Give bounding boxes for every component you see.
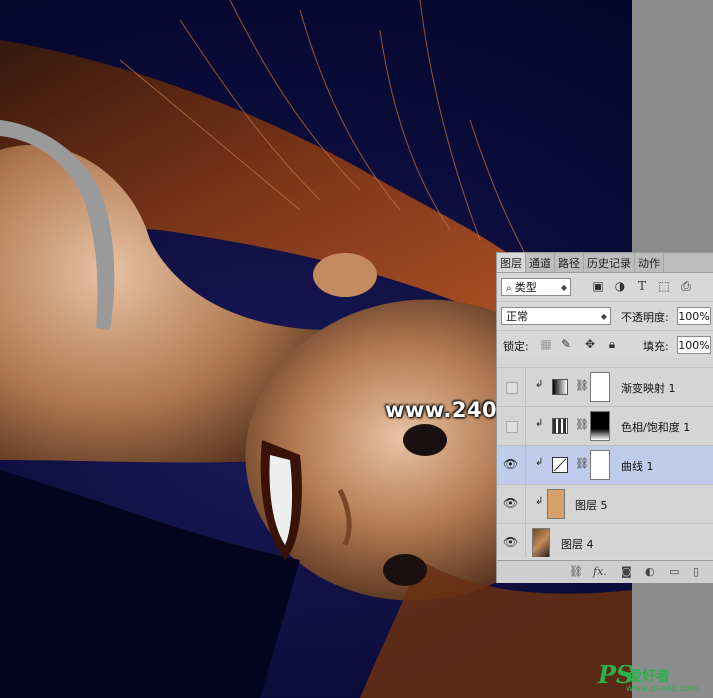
eye-icon: 👁︎: [503, 457, 519, 471]
curve-line-icon: [553, 458, 567, 472]
logo-cn: 爱好者: [628, 669, 670, 685]
layer-mask-thumb[interactable]: [590, 372, 610, 402]
layer-row-curves[interactable]: 👁︎ ↲ ⛓ 曲线 1: [497, 446, 713, 485]
layer-row-gradient-map[interactable]: ↲ ⛓ 渐变映射 1: [497, 368, 713, 407]
opacity-input[interactable]: 100%: [677, 307, 711, 325]
layer-filter-row: ⌕ 类型 ◆ ▣ ◑ T ⬚ ⎙: [497, 273, 713, 302]
layers-panel: 图层 通道 路径 历史记录 动作 ⌕ 类型 ◆ ▣ ◑ T ⬚ ⎙ 正常 ◆ 不…: [496, 252, 713, 583]
visibility-toggle[interactable]: 👁︎: [497, 446, 526, 484]
site-logo: PS 爱好者 www.psahz.com: [598, 660, 708, 696]
layer-name[interactable]: 图层 5: [575, 497, 608, 513]
blend-mode-select[interactable]: 正常 ◆: [501, 307, 611, 325]
visibility-toggle[interactable]: [497, 368, 526, 406]
layer-row-partial: [497, 357, 713, 368]
fill-input[interactable]: 100%: [677, 336, 711, 354]
link-icon: ⛓: [575, 418, 589, 431]
lock-paint-icon[interactable]: ✎: [559, 337, 573, 351]
layer-color-thumb[interactable]: [547, 489, 565, 519]
eye-icon: 👁︎: [503, 535, 519, 549]
opacity-label: 不透明度:: [621, 311, 669, 324]
lock-move-icon[interactable]: ✥: [583, 337, 597, 351]
blend-opacity-row: 正常 ◆ 不透明度: 100%: [497, 302, 713, 331]
clip-arrow-icon: ↲: [535, 457, 544, 468]
search-icon: ⌕: [506, 283, 515, 294]
chevron-updown-icon: ◆: [560, 283, 567, 292]
layer-name[interactable]: 图层 4: [561, 536, 594, 552]
tab-paths[interactable]: 路径: [555, 253, 584, 272]
layer-filter-select[interactable]: ⌕ 类型 ◆: [501, 278, 571, 296]
layer-row-image[interactable]: 👁︎ 图层 4: [497, 524, 713, 557]
new-adjustment-icon[interactable]: ◐: [645, 565, 655, 578]
smart-object-filter-icon[interactable]: ⎙: [679, 279, 693, 293]
lock-label: 锁定:: [503, 340, 529, 353]
clip-arrow-icon: ↲: [535, 418, 544, 429]
eye-icon: 👁︎: [503, 496, 519, 510]
link-icon: ⛓: [575, 379, 589, 392]
tab-actions[interactable]: 动作: [635, 253, 664, 272]
panel-tabs: 图层 通道 路径 历史记录 动作: [497, 253, 713, 273]
lock-all-icon[interactable]: 🔒︎: [605, 337, 619, 351]
visibility-toggle[interactable]: 👁︎: [497, 485, 526, 523]
layer-row-fill[interactable]: 👁︎ ↲ 图层 5: [497, 485, 713, 524]
new-layer-icon[interactable]: ▯: [693, 565, 699, 578]
layer-filter-label: 类型: [514, 281, 537, 294]
layer-name[interactable]: 曲线 1: [621, 458, 654, 474]
layer-image-thumb[interactable]: [532, 528, 550, 557]
blend-mode-value: 正常: [506, 310, 528, 323]
link-layers-icon[interactable]: ⛓: [569, 565, 583, 578]
tab-history[interactable]: 历史记录: [584, 253, 635, 272]
layers-list: ↲ ⛓ 渐变映射 1 ↲ ⛓ 色相/饱和度 1 👁︎ ↲ ⛓ 曲线 1 👁︎ ↲…: [497, 357, 713, 557]
chevron-updown-icon: ◆: [600, 312, 607, 321]
layer-mask-thumb[interactable]: [590, 450, 610, 480]
lock-fill-row: 锁定: ▦ ✎ ✥ 🔒︎ 填充: 100%: [497, 331, 713, 360]
clip-arrow-icon: ↲: [535, 496, 544, 507]
new-group-icon[interactable]: ▭: [669, 565, 679, 578]
visibility-off-box: [506, 382, 518, 394]
image-filter-icon[interactable]: ▣: [591, 279, 605, 293]
adjustment-filter-icon[interactable]: ◑: [613, 279, 627, 293]
visibility-toggle[interactable]: 👁︎: [497, 524, 526, 557]
visibility-off-box: [506, 421, 518, 433]
tab-layers[interactable]: 图层: [497, 253, 526, 272]
gradient-map-icon: [552, 379, 568, 395]
panel-footer: ⛓ fx. ◙ ◐ ▭ ▯: [497, 560, 713, 583]
visibility-toggle[interactable]: [497, 407, 526, 445]
clip-arrow-icon: ↲: [535, 379, 544, 390]
add-mask-icon[interactable]: ◙: [621, 565, 632, 578]
fill-label: 填充:: [643, 340, 669, 353]
tab-channels[interactable]: 通道: [526, 253, 555, 272]
layer-name[interactable]: 色相/饱和度 1: [621, 419, 690, 435]
layer-mask-thumb[interactable]: [590, 411, 610, 441]
shape-filter-icon[interactable]: ⬚: [657, 279, 671, 293]
type-filter-icon[interactable]: T: [635, 279, 649, 293]
curves-icon: [552, 457, 568, 473]
hue-saturation-icon: [552, 418, 568, 434]
logo-url: www.psahz.com: [626, 684, 699, 694]
layer-row-hue-saturation[interactable]: ↲ ⛓ 色相/饱和度 1: [497, 407, 713, 446]
link-icon: ⛓: [575, 457, 589, 470]
fx-icon[interactable]: fx.: [593, 565, 607, 578]
lock-transparent-icon[interactable]: ▦: [539, 337, 553, 351]
layer-name[interactable]: 渐变映射 1: [621, 380, 676, 396]
